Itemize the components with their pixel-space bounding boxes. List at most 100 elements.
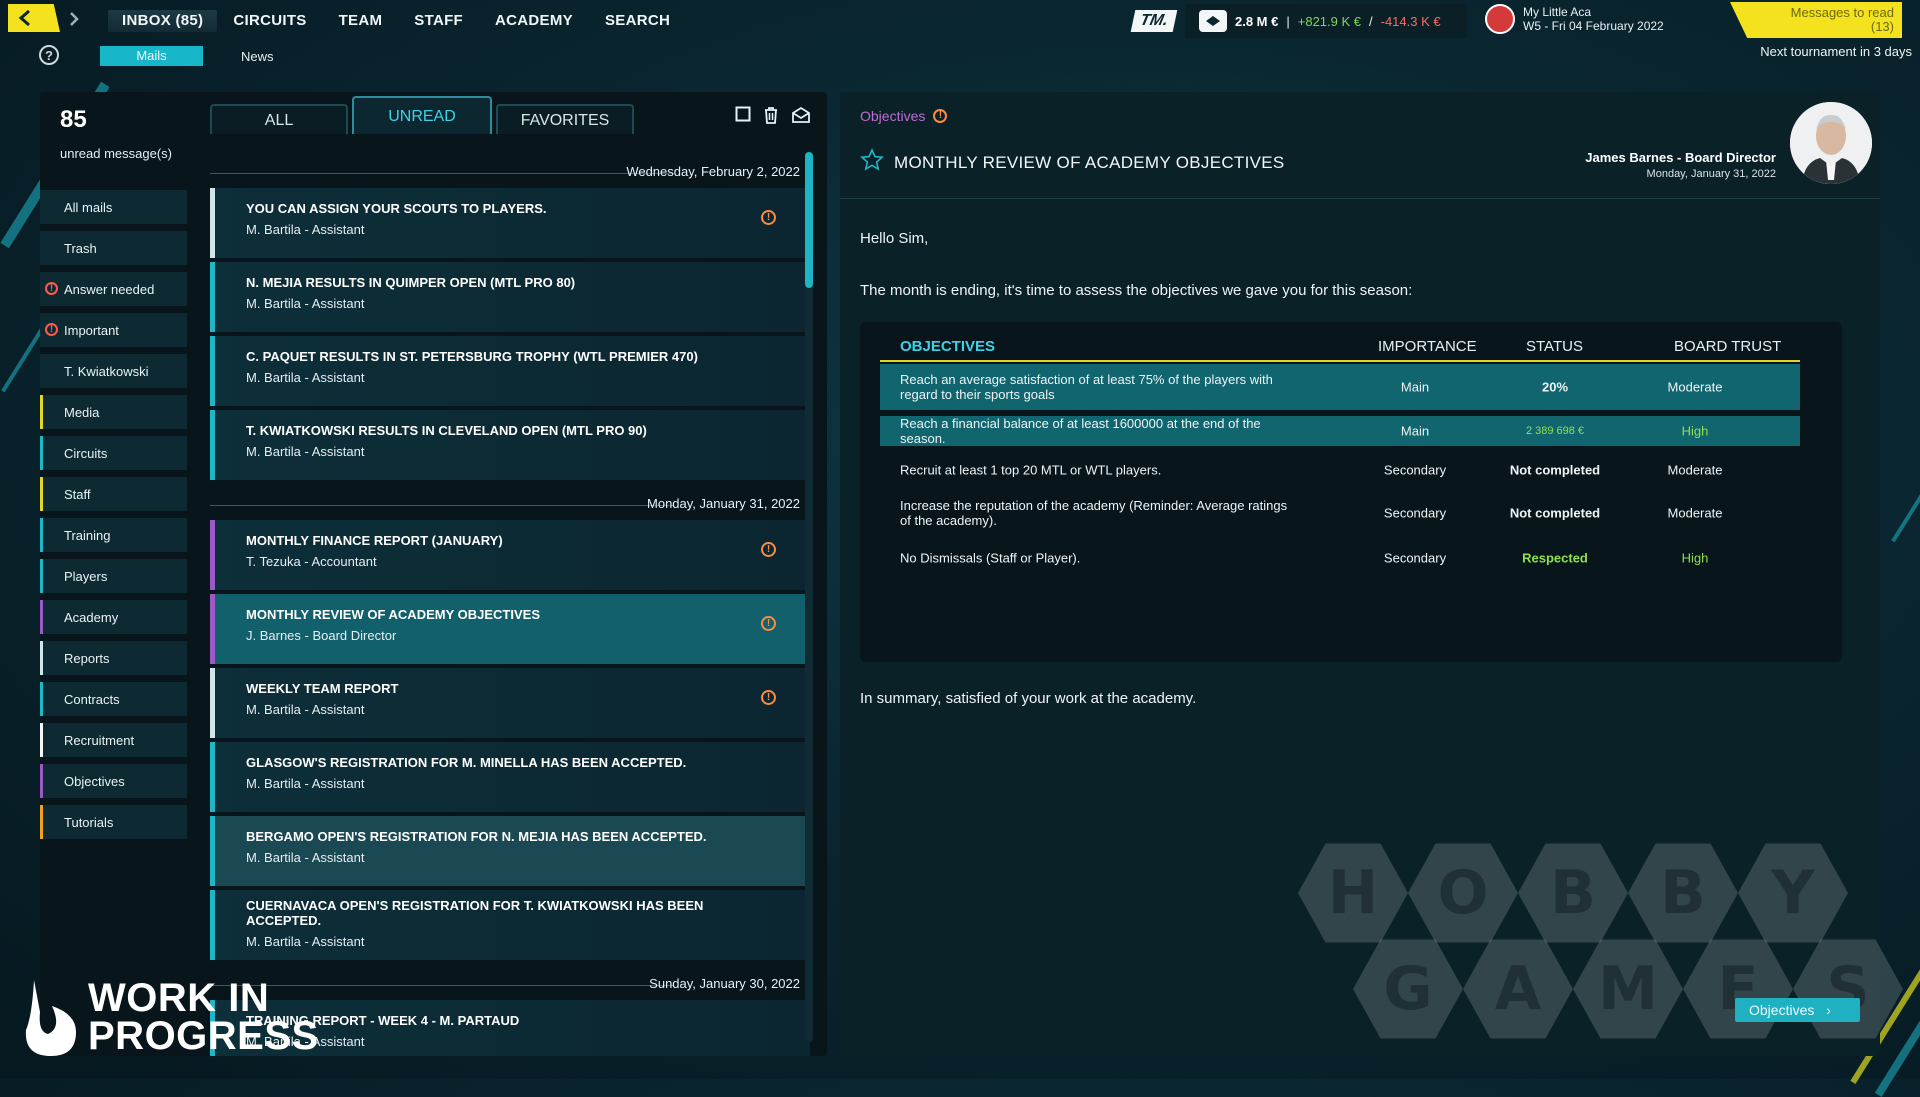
objective-status: 20% xyxy=(1541,379,1569,395)
mail-item[interactable]: C. Paquet results in St. Petersburg Trop… xyxy=(210,336,810,406)
mail-item[interactable]: T. Kwiatkowski results in Cleveland Open… xyxy=(210,410,810,480)
sidebar-item-label: Reports xyxy=(64,650,110,666)
mail-item[interactable]: Cuernavaca Open's registration for T. Kw… xyxy=(210,890,810,960)
objectives-button[interactable]: Objectives › xyxy=(1735,998,1860,1022)
category-color-bar xyxy=(40,518,43,552)
messages-to-read-count: (13) xyxy=(1870,19,1894,34)
mail-item[interactable]: You can assign your scouts to players. M.… xyxy=(210,188,810,258)
club-info[interactable]: My Little Aca W5 - Fri 04 February 2022 xyxy=(1485,4,1664,34)
mail-item[interactable]: Monthly review of academy objectives J. B… xyxy=(210,594,810,664)
date-label: Sunday, January 30, 2022 xyxy=(649,976,800,991)
mail-item[interactable]: Glasgow's registration for M. Minella ha… xyxy=(210,742,810,812)
message-sender-block: James Barnes - Board Director Monday, Ja… xyxy=(1585,150,1776,180)
mail-sender: J. Barnes - Board Director xyxy=(246,628,397,643)
mail-item[interactable]: Bergamo Open's registration for N. Mejia… xyxy=(210,816,810,886)
help-button[interactable]: ? xyxy=(39,45,59,65)
mail-item[interactable]: Monthly finance report (January) T. Tezuk… xyxy=(210,520,810,590)
warning-icon: ! xyxy=(45,323,58,336)
drop-logo-icon xyxy=(25,980,76,1056)
mail-subject: You can assign your scouts to players. xyxy=(246,201,547,216)
category-color-bar xyxy=(40,436,43,470)
objective-description: Reach a financial balance of at least 16… xyxy=(900,416,1261,446)
messages-to-read-button[interactable]: Messages to read (13) xyxy=(1730,2,1902,38)
alert-icon: ! xyxy=(761,616,776,631)
nav-academy[interactable]: ACADEMY xyxy=(479,10,589,32)
objective-row: Increase the reputation of the academy (… xyxy=(880,490,1800,536)
sidebar-item-label: All mails xyxy=(64,199,113,215)
trash-icon[interactable] xyxy=(763,106,779,129)
nav-circuits[interactable]: CIRCUITS xyxy=(217,10,322,32)
nav-search[interactable]: SEARCH xyxy=(589,10,686,32)
tab-all[interactable]: ALL xyxy=(210,104,348,134)
mail-category-bar xyxy=(210,742,215,812)
tab-unread[interactable]: UNREAD xyxy=(352,96,492,134)
next-tournament: Next tournament in 3 days xyxy=(1760,44,1912,59)
sidebar-item-t-kwiatkowski[interactable]: T. Kwiatkowski xyxy=(40,354,187,388)
sidebar-item-label: Players xyxy=(64,568,108,584)
sidebar-item-players[interactable]: Players xyxy=(40,559,187,593)
sidebar-item-contracts[interactable]: Contracts xyxy=(40,682,187,716)
select-all-icon[interactable] xyxy=(735,106,751,129)
subnav-mails[interactable]: Mails xyxy=(100,46,203,66)
mail-sender: M. Bartila - Assistant xyxy=(246,370,365,385)
sidebar-item-circuits[interactable]: Circuits xyxy=(40,436,187,470)
mail-item[interactable]: N. Mejia results in Quimper Open (MTL PR… xyxy=(210,262,810,332)
sidebar-item-trash[interactable]: Trash xyxy=(40,231,187,265)
watermark-letter: M xyxy=(1573,939,1683,1039)
sidebar-item-staff[interactable]: Staff xyxy=(40,477,187,511)
warning-icon: ! xyxy=(45,282,58,295)
sidebar-item-answer-needed[interactable]: ! Answer needed xyxy=(40,272,187,306)
sidebar-item-recruitment[interactable]: Recruitment xyxy=(40,723,187,757)
breadcrumb[interactable]: Objectives ! xyxy=(860,108,948,124)
messages-to-read-label: Messages to read xyxy=(1790,5,1894,20)
sidebar-item-label: Academy xyxy=(64,609,119,625)
watermark-letter: O xyxy=(1408,843,1518,943)
objectives-table-header: OBJECTIVES IMPORTANCE STATUS BOARD TRUST xyxy=(880,334,1800,362)
objective-board-trust: Moderate xyxy=(1667,379,1723,395)
category-color-bar xyxy=(40,559,43,593)
objectives-button-label: Objectives xyxy=(1749,1002,1815,1018)
finance-slash: / xyxy=(1369,13,1373,29)
alert-icon: ! xyxy=(761,542,776,557)
objective-status: 2 389 698 € xyxy=(1525,425,1585,437)
decor-stripe xyxy=(1891,421,1920,543)
favorite-star-icon[interactable] xyxy=(860,148,884,177)
message-greeting: Hello Sim, xyxy=(860,230,929,247)
sidebar-item-label: Tutorials xyxy=(64,814,114,830)
sidebar-item-objectives[interactable]: Objectives xyxy=(40,764,187,798)
sidebar-item-tutorials[interactable]: Tutorials xyxy=(40,805,187,839)
sidebar-item-training[interactable]: Training xyxy=(40,518,187,552)
col-board-trust: BOARD TRUST xyxy=(1674,338,1782,355)
nav-staff[interactable]: STAFF xyxy=(398,10,479,32)
date-line xyxy=(210,173,674,174)
sidebar-item-media[interactable]: Media xyxy=(40,395,187,429)
mark-read-icon[interactable] xyxy=(791,106,811,129)
nav-team[interactable]: TEAM xyxy=(323,10,399,32)
scrollbar-thumb[interactable] xyxy=(805,152,813,288)
back-button[interactable] xyxy=(8,4,60,32)
mail-sender: M. Bartila - Assistant xyxy=(246,702,365,717)
forward-button[interactable] xyxy=(64,8,84,30)
sub-nav: Mails News xyxy=(100,46,274,66)
nav-inbox[interactable]: INBOX (85) xyxy=(108,10,218,32)
finance-summary[interactable]: 2.8 M € | +821.9 K € / -414.3 K € xyxy=(1185,4,1467,38)
sidebar-item-all-mails[interactable]: All mails xyxy=(40,190,187,224)
mail-category-bar xyxy=(210,594,215,664)
sidebar-item-academy[interactable]: Academy xyxy=(40,600,187,634)
objective-row: Recruit at least 1 top 20 MTL or WTL pla… xyxy=(880,454,1800,486)
objective-board-trust: Moderate xyxy=(1667,462,1723,478)
mail-list-scrollbar[interactable] xyxy=(805,152,813,1042)
date-label: Monday, January 31, 2022 xyxy=(647,496,800,511)
subnav-news[interactable]: News xyxy=(241,49,274,64)
sidebar-item-important[interactable]: ! Important xyxy=(40,313,187,347)
mail-list[interactable]: Wednesday, February 2, 2022 You can assig… xyxy=(210,152,810,1056)
mail-item[interactable]: Weekly team report M. Bartila - Assistant… xyxy=(210,668,810,738)
top-bar: ? INBOX (85) CIRCUITS TEAM STAFF ACADEMY… xyxy=(0,0,1920,70)
sidebar-item-label: Contracts xyxy=(64,691,120,707)
mail-category-bar xyxy=(210,410,215,480)
sidebar-item-reports[interactable]: Reports xyxy=(40,641,187,675)
category-color-bar xyxy=(40,600,43,634)
tab-favorites[interactable]: FAVORITES xyxy=(496,104,634,134)
objective-description: No Dismissals (Staff or Player). xyxy=(900,550,1081,566)
category-list: All mails Trash ! Answer needed ! Important T.… xyxy=(40,190,187,846)
